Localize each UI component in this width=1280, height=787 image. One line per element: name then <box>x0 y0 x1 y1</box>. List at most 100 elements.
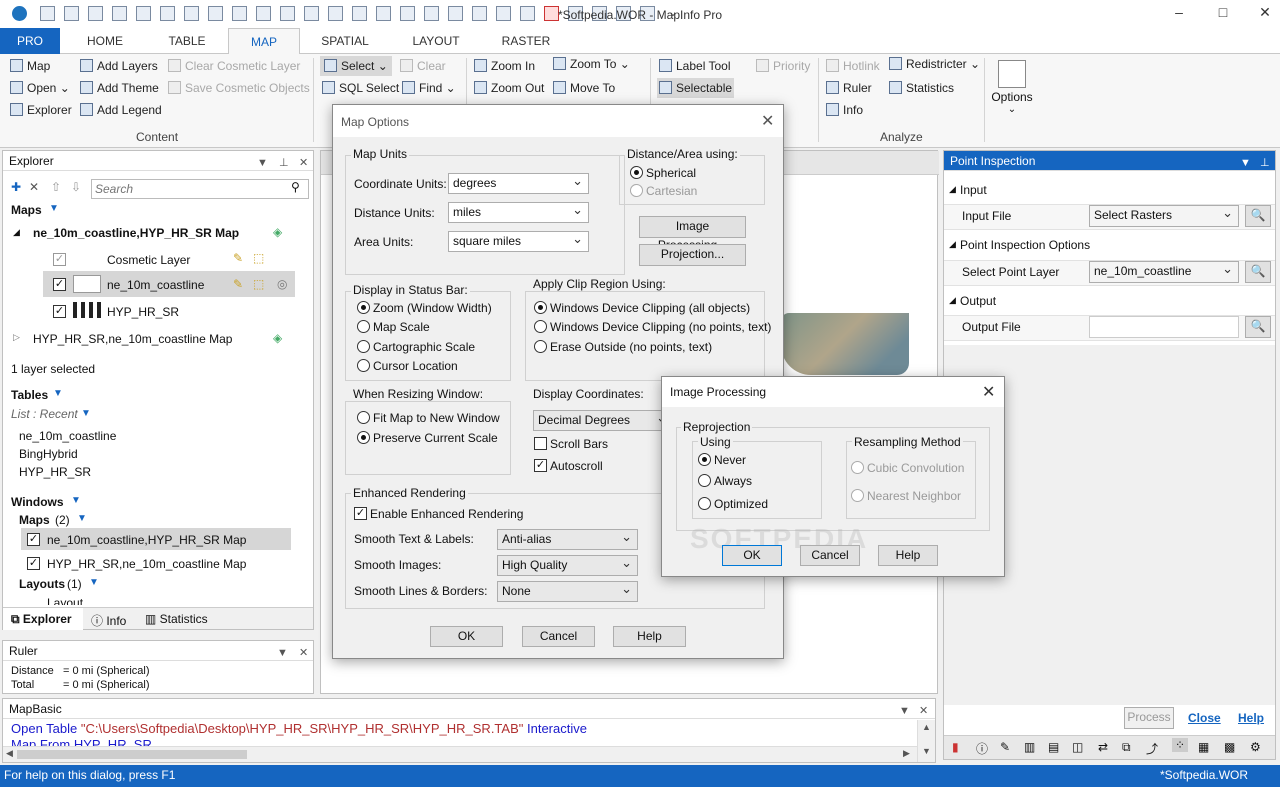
redistricter-button[interactable]: Redistricter ⌄ <box>889 54 980 74</box>
list-recent-dropdown-icon[interactable]: ▼ <box>81 408 91 419</box>
mapbasic-vscrollbar[interactable]: ▲ ▼ <box>917 720 935 762</box>
raster-map-image[interactable] <box>781 313 909 375</box>
maps-count-expand-icon[interactable]: ▼ <box>77 513 87 524</box>
palette-chart-icon[interactable]: ▥ <box>1024 740 1035 754</box>
windows-expand-icon[interactable]: ▼ <box>71 495 81 506</box>
pin-icon[interactable]: ⊥ <box>1260 153 1270 173</box>
window-map2-checkbox[interactable]: ✓ <box>27 557 40 570</box>
map-options-help-button[interactable]: Help <box>613 626 686 647</box>
tab-statistics-bottom[interactable]: ▥ Statistics <box>145 612 208 626</box>
map1-action-icon[interactable]: ◈ <box>273 225 282 239</box>
palette-raster-icon[interactable]: ▮ <box>952 740 959 754</box>
coordinate-units-select[interactable]: degrees <box>448 171 589 194</box>
table-item[interactable]: ne_10m_coastline <box>19 429 116 443</box>
window-map1-checkbox[interactable]: ✓ <box>27 533 40 546</box>
sql-select-button[interactable]: SQL Select <box>322 78 399 98</box>
cubic-radio[interactable] <box>851 461 864 474</box>
coast-checkbox[interactable]: ✓ <box>53 278 66 291</box>
add-icon[interactable]: ✚ <box>11 180 21 194</box>
minimize-icon[interactable]: – <box>1164 4 1194 24</box>
move-to-button[interactable]: Move To <box>553 78 615 98</box>
palette-edit-icon[interactable]: ✎ <box>1000 740 1010 754</box>
scroll-left-icon[interactable]: ◀ <box>6 748 13 759</box>
map-scale-radio[interactable] <box>357 320 370 333</box>
input-file-browse[interactable]: 🔍 <box>1245 205 1271 227</box>
always-radio[interactable] <box>698 474 711 487</box>
map2-expand-icon[interactable]: ▷ <box>13 332 20 343</box>
zoom-window-radio[interactable] <box>357 301 370 314</box>
smooth-text-select[interactable]: Anti-alias <box>497 527 638 550</box>
tables-expand-icon[interactable]: ▼ <box>53 388 63 399</box>
list-recent[interactable]: List : Recent <box>11 407 78 421</box>
window-map2[interactable]: HYP_HR_SR,ne_10m_coastline Map <box>47 557 246 571</box>
panel-menu-icon[interactable]: ▼ <box>257 153 268 173</box>
info-button[interactable]: Info <box>826 100 863 120</box>
window-map1[interactable]: ne_10m_coastline,HYP_HR_SR Map <box>47 533 246 547</box>
cosmetic-checkbox[interactable]: ✓ <box>53 253 66 266</box>
zoom-out-button[interactable]: Zoom Out <box>474 78 544 98</box>
autoscroll-checkbox[interactable]: ✓ <box>534 459 547 472</box>
point-layer-browse[interactable]: 🔍 <box>1245 261 1271 283</box>
tab-info-bottom[interactable]: ⓘ Info <box>91 612 126 629</box>
scroll-thumb[interactable] <box>17 750 247 759</box>
tab-pro[interactable]: PRO <box>0 28 60 54</box>
coast-layer-name[interactable]: ne_10m_coastline <box>107 278 204 292</box>
carto-scale-radio[interactable] <box>357 340 370 353</box>
smooth-images-select[interactable]: High Quality <box>497 553 638 576</box>
map-options-cancel-button[interactable]: Cancel <box>522 626 595 647</box>
edit-pencil-icon[interactable]: ✎ <box>233 251 243 265</box>
palette-table-icon[interactable]: ▦ <box>1198 740 1209 754</box>
cursor-location-radio[interactable] <box>357 359 370 372</box>
palette-export-icon[interactable]: ⤴ <box>1146 740 1158 757</box>
palette-grid-icon[interactable]: ▩ <box>1224 740 1235 754</box>
palette-info-icon[interactable]: ⓘ <box>976 740 988 757</box>
smooth-lines-select[interactable]: None <box>497 579 638 602</box>
display-coordinates-select[interactable]: Decimal Degrees <box>533 408 673 431</box>
optimized-radio[interactable] <box>698 497 711 510</box>
priority-button[interactable]: Priority <box>756 56 810 76</box>
options-button[interactable]: Options ⌄ <box>990 58 1034 118</box>
hotlink-button[interactable]: Hotlink <box>826 56 880 76</box>
map-options-ok-button[interactable]: OK <box>430 626 503 647</box>
map-button[interactable]: Map <box>10 56 50 76</box>
scroll-up-icon[interactable]: ▲ <box>922 722 931 732</box>
area-units-select[interactable]: square miles <box>448 229 589 252</box>
cartesian-radio[interactable] <box>630 184 643 197</box>
close-window-icon[interactable]: ✕ <box>1250 4 1280 24</box>
distance-units-select[interactable]: miles <box>448 200 589 223</box>
map2-action-icon[interactable]: ◈ <box>273 331 282 345</box>
statistics-button[interactable]: Statistics <box>889 78 954 98</box>
clear-button[interactable]: Clear <box>400 56 446 76</box>
preserve-scale-radio[interactable] <box>357 431 370 444</box>
clip-all-radio[interactable] <box>534 301 547 314</box>
maximize-icon[interactable]: □ <box>1208 4 1238 24</box>
panel-menu-icon[interactable]: ▼ <box>899 701 910 721</box>
zoom-to-button[interactable]: Zoom To ⌄ <box>553 54 630 74</box>
map1-name[interactable]: ne_10m_coastline,HYP_HR_SR Map <box>33 226 239 240</box>
panel-menu-icon[interactable]: ▼ <box>1240 153 1251 173</box>
input-file-select[interactable]: Select Rasters <box>1089 203 1239 227</box>
scroll-down-icon[interactable]: ▼ <box>922 746 931 756</box>
palette-settings-icon[interactable]: ⚙ <box>1250 740 1261 754</box>
options-collapse-icon[interactable]: ◢ <box>949 239 956 250</box>
spherical-radio[interactable] <box>630 166 643 179</box>
maps-expand-icon[interactable]: ▼ <box>49 203 59 214</box>
map-options-close-icon[interactable]: ✕ <box>761 111 774 131</box>
move-down-icon[interactable]: ⇩ <box>71 180 81 194</box>
image-processing-ok-button[interactable]: OK <box>722 545 782 566</box>
ruler-button[interactable]: Ruler <box>826 78 872 98</box>
close-link[interactable]: Close <box>1188 711 1221 725</box>
palette-swap-icon[interactable]: ⇄ <box>1098 740 1108 754</box>
table-item[interactable]: HYP_HR_SR <box>19 465 91 479</box>
hyp-layer-name[interactable]: HYP_HR_SR <box>107 305 179 319</box>
layer-options-icon[interactable]: ◎ <box>277 277 287 291</box>
panel-close-icon[interactable]: ✕ <box>919 701 928 721</box>
palette-contour-icon[interactable]: ◫ <box>1072 740 1083 754</box>
palette-point-icon[interactable]: ⁘ <box>1172 738 1189 752</box>
tab-table[interactable]: TABLE <box>152 28 222 54</box>
layouts-expand-icon[interactable]: ▼ <box>89 577 99 588</box>
process-button[interactable]: Process <box>1124 707 1174 729</box>
open-button[interactable]: Open ⌄ <box>10 78 70 98</box>
map2-name[interactable]: HYP_HR_SR,ne_10m_coastline Map <box>33 332 232 346</box>
add-legend-button[interactable]: Add Legend <box>80 100 162 120</box>
